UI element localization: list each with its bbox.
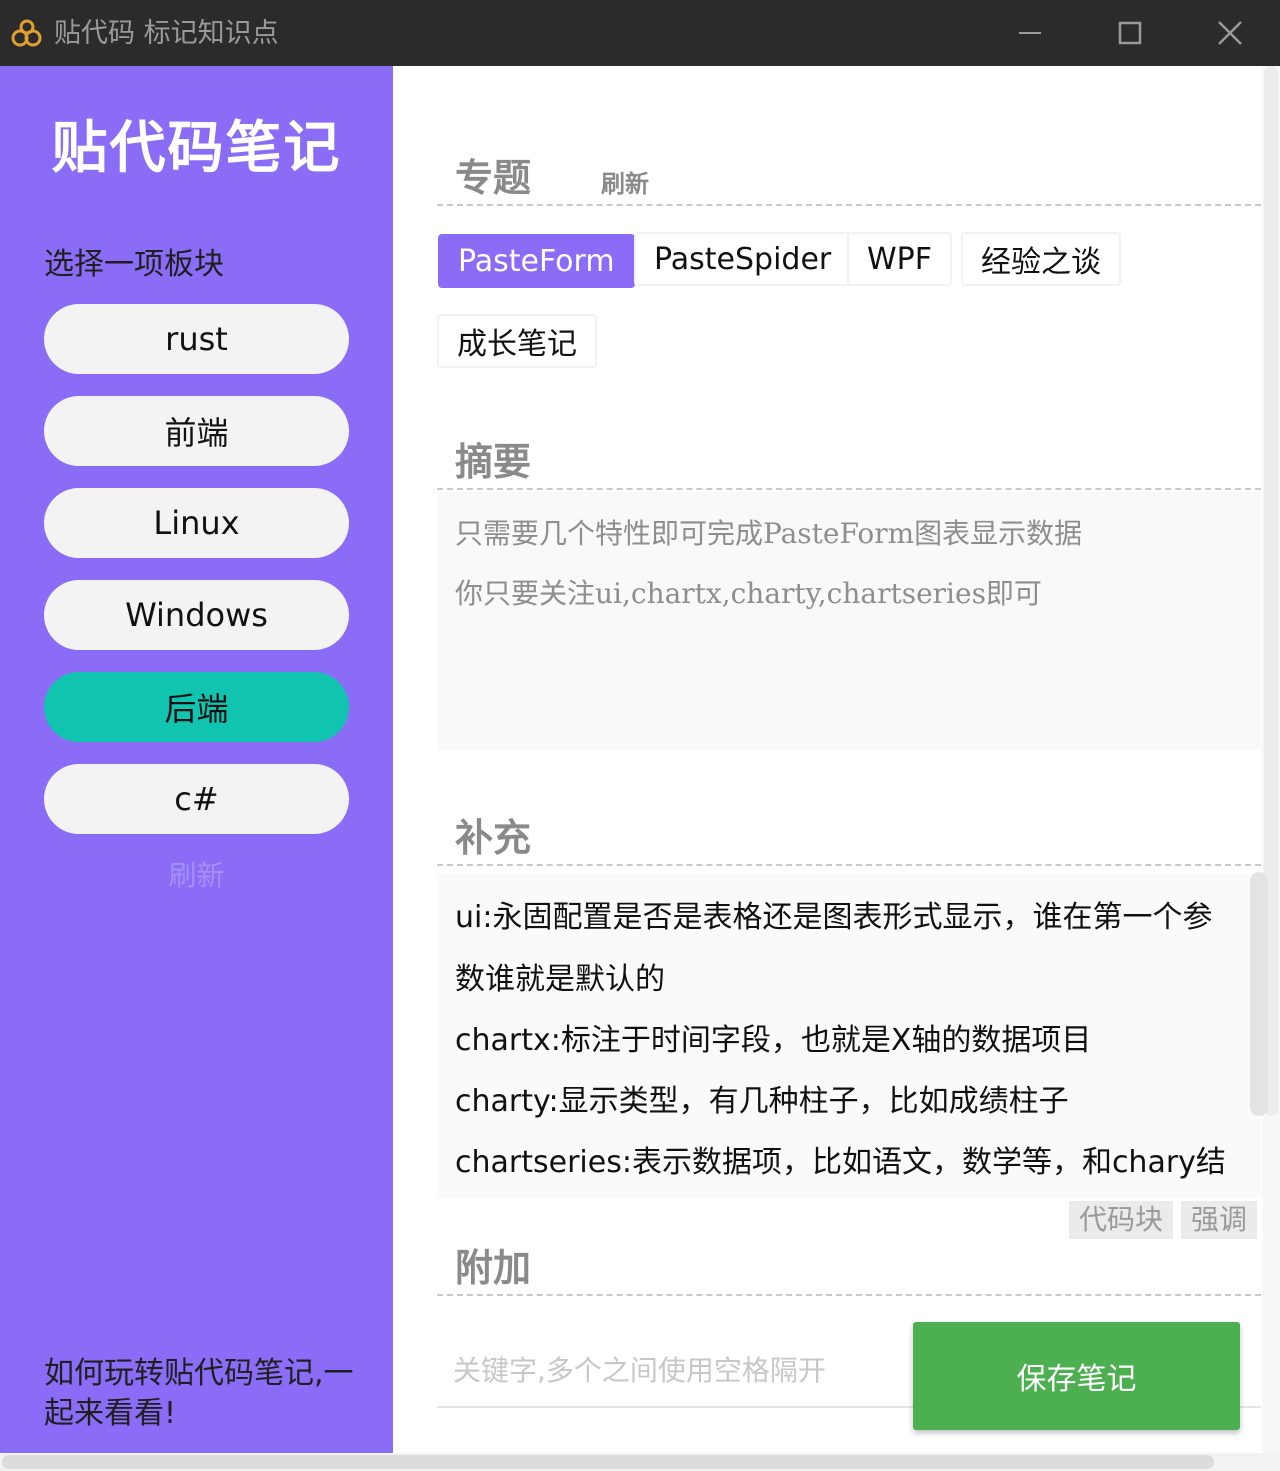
supplement-editor[interactable]: ui:永固配置是否是表格还是图表形式显示，谁在第一个参 数谁就是默认的 char… (437, 874, 1261, 1198)
horizontal-scrollbar-thumb[interactable] (2, 1455, 1214, 1469)
supplement-line-2: 数谁就是默认的 (455, 962, 665, 997)
keywords-input[interactable] (453, 1348, 893, 1392)
extra-title: 附加 (455, 1246, 532, 1290)
summary-line-2: 你只要关注ui,chartx,charty,chartseries即可 (455, 577, 1042, 610)
help-link[interactable]: 如何玩转贴代码笔记,一起来看看! (44, 1354, 364, 1434)
minimize-button[interactable] (980, 0, 1080, 66)
sidebar-item-csharp[interactable]: c# (44, 764, 349, 834)
topic-wpf[interactable]: WPF (847, 232, 953, 286)
link-logo-icon (11, 19, 42, 47)
summary-line-1: 只需要几个特性即可完成PasteForm图表显示数据 (455, 517, 1083, 550)
topics-header: 专题 刷新 (437, 146, 1261, 206)
sidebar-item-rust[interactable]: rust (44, 304, 349, 374)
supplement-header: 补充 (437, 806, 1261, 866)
code-block-button[interactable]: 代码块 (1069, 1201, 1174, 1239)
minimize-icon (1019, 32, 1041, 34)
section-label: 选择一项板块 (44, 247, 224, 282)
topics-refresh-link[interactable]: 刷新 (601, 170, 649, 198)
topic-growth-notes[interactable]: 成长笔记 (437, 314, 597, 368)
logo-title: 贴代码笔记 (51, 116, 342, 181)
topics-title: 专题 (455, 156, 532, 200)
topic-pasteform[interactable]: PasteForm (438, 234, 635, 288)
window-title: 贴代码 标记知识点 (54, 18, 279, 49)
sidebar-item-windows[interactable]: Windows (44, 580, 349, 650)
sidebar-item-linux[interactable]: Linux (44, 488, 349, 558)
sidebar: 贴代码笔记 选择一项板块 rust 前端 Linux Windows 后端 c#… (0, 66, 393, 1453)
sidebar-item-backend[interactable]: 后端 (44, 672, 349, 742)
emphasis-button[interactable]: 强调 (1181, 1201, 1258, 1239)
summary-title: 摘要 (455, 440, 532, 484)
topic-pastespider[interactable]: PasteSpider (634, 232, 852, 286)
supplement-line-1: ui:永固配置是否是表格还是图表形式显示，谁在第一个参 (455, 900, 1213, 935)
supplement-title: 补充 (455, 816, 532, 860)
close-button[interactable] (1180, 0, 1280, 66)
maximize-icon (1118, 21, 1142, 45)
topic-experience[interactable]: 经验之谈 (961, 232, 1121, 286)
supplement-line-5: chartseries:表示数据项，比如语文，数学等，和chary结 (455, 1145, 1226, 1180)
save-note-button[interactable]: 保存笔记 (913, 1322, 1240, 1430)
sidebar-refresh-link[interactable]: 刷新 (0, 858, 393, 894)
extra-header: 附加 (437, 1236, 1261, 1296)
supplement-line-4: charty:显示类型，有几种柱子，比如成绩柱子 (455, 1084, 1069, 1119)
summary-header: 摘要 (437, 430, 1261, 490)
main-panel: 专题 刷新 PasteForm PasteSpider WPF 经验之谈 成长笔… (393, 66, 1280, 1453)
supplement-line-3: chartx:标注于时间字段，也就是X轴的数据项目 (455, 1023, 1092, 1058)
app-window: 贴代码 标记知识点 贴代码笔记 选择一项板块 rust 前端 Linux Win… (0, 0, 1280, 1471)
close-icon (1218, 21, 1242, 45)
supplement-scrollbar-thumb[interactable] (1250, 872, 1268, 1116)
title-bar: 贴代码 标记知识点 (0, 0, 1280, 66)
summary-textarea[interactable]: 只需要几个特性即可完成PasteForm图表显示数据 你只要关注ui,chart… (437, 492, 1261, 750)
sidebar-item-frontend[interactable]: 前端 (44, 396, 349, 466)
maximize-button[interactable] (1080, 0, 1180, 66)
